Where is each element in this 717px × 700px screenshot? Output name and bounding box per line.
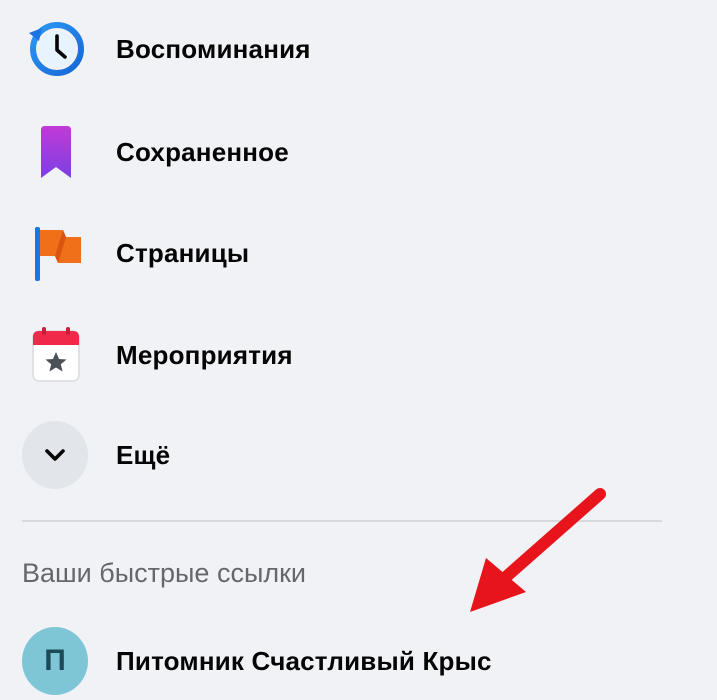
annotation-arrow-icon bbox=[470, 488, 606, 612]
section-divider bbox=[22, 520, 662, 522]
more-button-circle[interactable] bbox=[22, 421, 88, 489]
chevron-down-icon bbox=[45, 449, 65, 461]
more-circle bbox=[22, 421, 88, 489]
shortcut-item[interactable]: П Питомник Счастливый Крыс bbox=[22, 626, 662, 696]
shortcut-avatar-wrap: П bbox=[22, 627, 88, 695]
menu-item-label: Воспоминания bbox=[116, 33, 311, 64]
pages-flag-icon bbox=[22, 220, 88, 286]
menu-item-memories[interactable]: Воспоминания bbox=[22, 14, 662, 84]
saved-bookmark-icon bbox=[22, 119, 88, 185]
left-navigation-menu: Воспоминания Сохраненное Страницы Меропр… bbox=[0, 0, 717, 700]
avatar: П bbox=[22, 627, 88, 695]
shortcuts-section-title: Ваши быстрые ссылки bbox=[22, 558, 307, 588]
menu-item-label: Мероприятия bbox=[116, 339, 293, 370]
menu-item-saved[interactable]: Сохраненное bbox=[22, 117, 662, 187]
menu-item-label: Сохраненное bbox=[116, 136, 289, 167]
menu-item-pages[interactable]: Страницы bbox=[22, 218, 662, 288]
memories-clock-icon bbox=[22, 16, 88, 82]
menu-item-label: Страницы bbox=[116, 237, 250, 268]
menu-item-label: Ещё bbox=[116, 439, 171, 470]
menu-item-events[interactable]: Мероприятия bbox=[22, 320, 662, 390]
menu-item-more[interactable]: Ещё bbox=[22, 420, 662, 490]
shortcut-label: Питомник Счастливый Крыс bbox=[116, 645, 492, 676]
events-calendar-icon bbox=[22, 322, 88, 388]
